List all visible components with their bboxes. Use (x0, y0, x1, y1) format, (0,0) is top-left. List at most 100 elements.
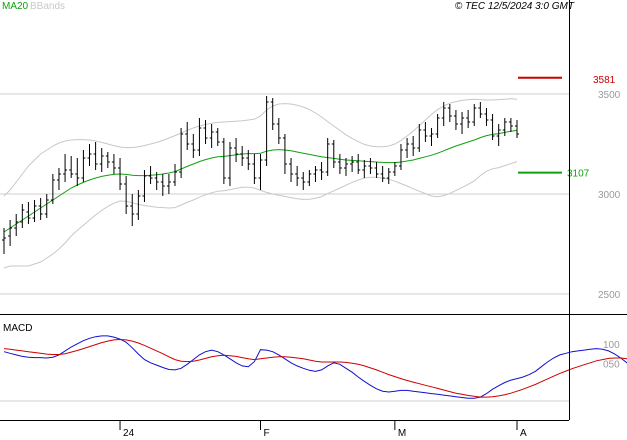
price-bar (380, 166, 385, 182)
price-bar (173, 164, 177, 186)
price-bar (99, 148, 104, 172)
price-bar (87, 144, 92, 166)
chart-frame (0, 0, 627, 421)
price-bar (337, 154, 342, 174)
price-bar (215, 128, 220, 146)
price-panel: 3500 3000 2500 3581 3107 (0, 75, 621, 301)
price-bar (344, 158, 348, 176)
price-bar (307, 170, 312, 186)
price-bar (111, 154, 116, 174)
price-bar (8, 220, 13, 246)
price-bar (69, 156, 74, 178)
price-bar (63, 154, 68, 182)
price-bar (411, 136, 416, 156)
chart-canvas: MA20 BBands © TEC 12/5/2024 3:0 GMT 3500… (0, 0, 627, 439)
resistance-label: 3581 (593, 75, 616, 86)
price-bar (453, 110, 458, 130)
price-bar (197, 118, 202, 156)
price-bar (374, 162, 379, 178)
price-bar (435, 114, 440, 138)
price-bars (2, 96, 519, 254)
price-bar (130, 194, 135, 226)
price-bar (398, 144, 403, 170)
price-bar (246, 150, 251, 170)
price-bar (484, 108, 489, 126)
price-bar (496, 124, 501, 146)
x-tick-label: 24 (123, 428, 135, 439)
price-bar (423, 122, 428, 142)
price-tick-label: 2500 (598, 290, 621, 301)
price-tick-label: 3000 (598, 190, 621, 201)
price-bar (508, 118, 513, 132)
legend-bbands: BBands (30, 1, 65, 12)
legend-ma20: MA20 (2, 1, 29, 12)
price-bar (502, 118, 507, 136)
macd-line (3, 335, 627, 399)
price-bar (81, 150, 86, 182)
price-bar (240, 146, 245, 166)
price-tick-label: 3500 (598, 90, 621, 101)
price-bar (392, 162, 397, 176)
price-bar (252, 154, 257, 184)
price-bar (2, 228, 6, 254)
price-bar (289, 158, 294, 182)
price-bar (264, 96, 269, 166)
price-bar (331, 140, 336, 168)
price-bar (313, 166, 318, 182)
price-bar (460, 112, 465, 134)
price-bar (75, 158, 80, 186)
macd-panel: 100 050 MACD (0, 323, 627, 402)
price-bar (301, 172, 306, 190)
x-axis: 24FMAM (119, 420, 527, 439)
price-bar (105, 152, 110, 168)
price-bar (142, 170, 147, 202)
price-bar (350, 156, 355, 172)
x-tick-label: M (398, 428, 406, 439)
price-bar (227, 142, 232, 186)
price-bar (466, 110, 471, 128)
price-bar (386, 168, 391, 184)
price-bar (368, 158, 373, 174)
price-bar (209, 124, 214, 148)
macd-tick-label: 100 (603, 340, 620, 351)
chart-timestamp: © TEC 12/5/2024 3:0 GMT (455, 1, 575, 12)
price-bar (56, 168, 61, 190)
macd-axis-labels: 100 050 (603, 340, 620, 371)
price-bar (20, 204, 25, 228)
price-bar (191, 134, 196, 158)
price-bar (319, 162, 324, 180)
price-bar (221, 138, 226, 184)
price-bar (362, 160, 367, 178)
price-bar (124, 176, 129, 214)
price-bar (429, 128, 434, 146)
price-bar (166, 174, 171, 194)
macd-title: MACD (3, 323, 32, 334)
price-bar (447, 104, 452, 122)
price-bar (478, 102, 483, 118)
price-bar (515, 120, 519, 138)
price-axis-labels: 3500 3000 2500 (598, 90, 621, 301)
price-bar (93, 142, 98, 170)
x-tick-label: A (520, 428, 527, 439)
support-label: 3107 (567, 169, 590, 180)
price-bar (405, 138, 410, 158)
price-bar (295, 166, 300, 186)
macd-tick-label: 050 (603, 360, 620, 371)
price-bar (44, 194, 49, 218)
price-bar (185, 122, 190, 150)
price-bar (179, 128, 184, 178)
price-bar (282, 134, 287, 174)
x-tick-label: F (264, 428, 270, 439)
price-bar (203, 120, 208, 144)
price-bar (490, 114, 495, 140)
price-gridlines (0, 93, 569, 295)
price-bar (258, 154, 263, 190)
price-bar (356, 154, 361, 174)
price-bar (276, 118, 281, 144)
price-bar (270, 98, 275, 130)
price-bar (160, 174, 165, 196)
price-bar (26, 202, 31, 224)
price-bar (472, 104, 477, 126)
price-bar (234, 138, 239, 162)
price-bar (417, 124, 422, 152)
